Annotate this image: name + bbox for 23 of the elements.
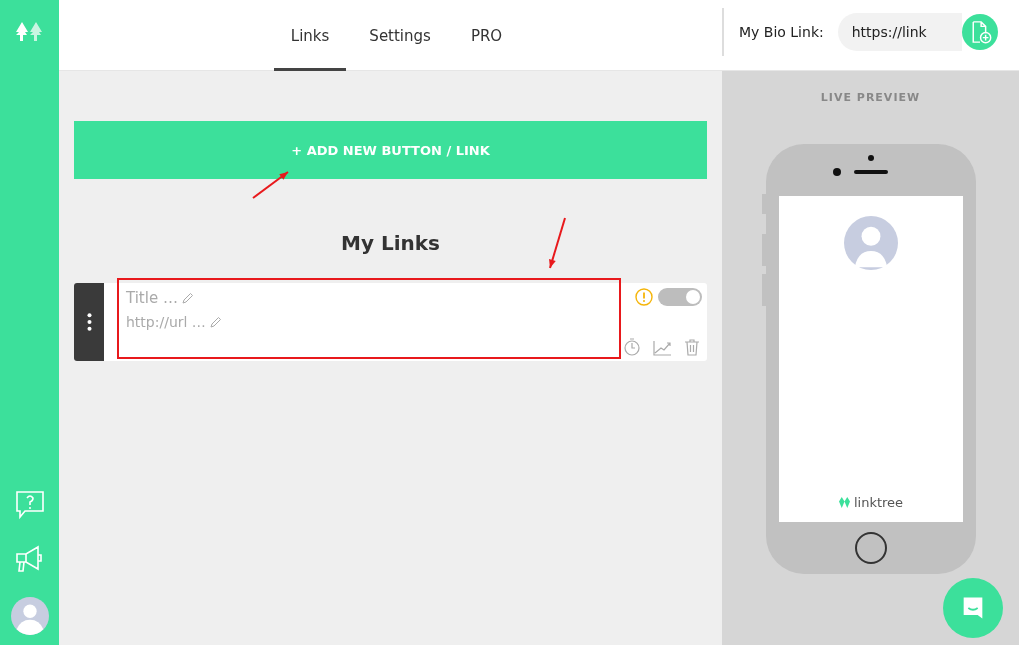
section-title: My Links xyxy=(340,231,441,255)
preview-label: LIVE PREVIEW xyxy=(820,91,921,104)
help-icon[interactable] xyxy=(13,489,46,521)
sensor-dot xyxy=(867,155,874,161)
pencil-icon[interactable] xyxy=(209,316,222,328)
copy-icon[interactable] xyxy=(961,14,998,50)
dots-icon xyxy=(86,313,92,331)
logo-icon xyxy=(837,497,851,508)
camera-dot xyxy=(832,168,841,176)
annotation-arrow xyxy=(252,171,289,199)
avatar-icon[interactable] xyxy=(10,597,49,635)
nav-tab[interactable]: PRO xyxy=(453,0,520,71)
annotation-arrow xyxy=(549,217,566,269)
timer-icon[interactable] xyxy=(622,337,642,357)
avatar-icon xyxy=(843,216,898,270)
bio-link-field[interactable]: https://link xyxy=(837,13,962,51)
drag-handle[interactable] xyxy=(74,283,104,361)
pencil-icon[interactable] xyxy=(181,292,194,304)
bio-link-label: My Bio Link: xyxy=(739,24,824,40)
brand-name: linktree xyxy=(853,495,904,510)
nav-tab[interactable]: Settings xyxy=(352,0,448,71)
speaker-grille xyxy=(853,170,888,174)
trash-icon[interactable] xyxy=(682,337,702,357)
